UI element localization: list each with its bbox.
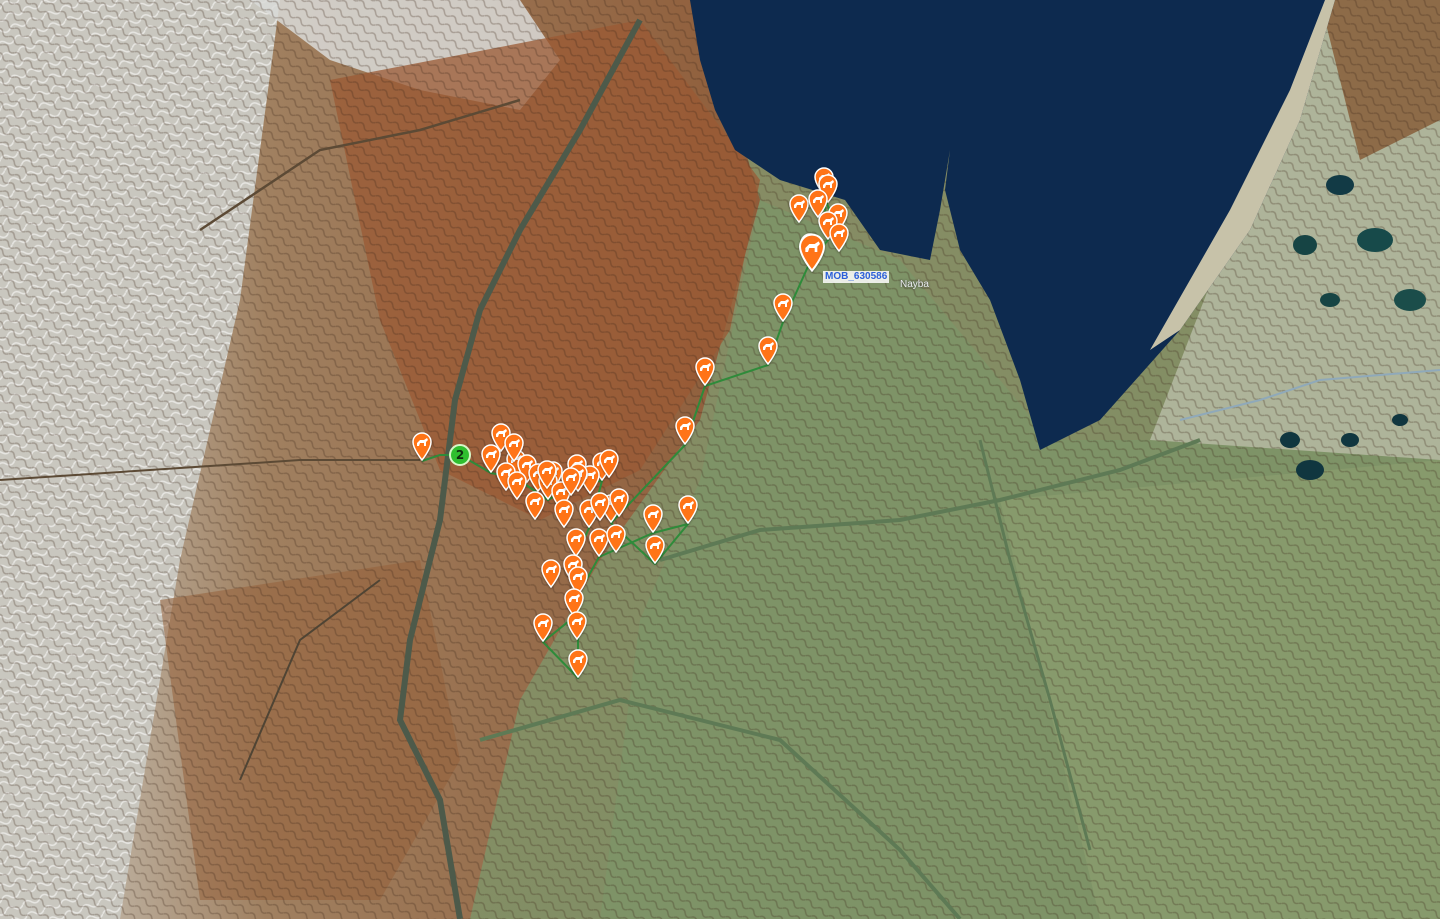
marker-layer <box>0 0 1440 919</box>
object-label[interactable]: MOB_630586 <box>823 271 890 283</box>
moose-icon <box>561 467 581 496</box>
moose-icon <box>537 460 557 489</box>
moose-marker[interactable] <box>411 431 433 461</box>
moose-marker[interactable] <box>644 534 666 564</box>
moose-icon <box>829 223 849 252</box>
moose-icon <box>567 611 587 640</box>
moose-marker[interactable] <box>536 459 558 489</box>
moose-icon <box>554 499 574 528</box>
moose-marker[interactable] <box>553 498 575 528</box>
moose-icon <box>758 336 778 365</box>
moose-icon <box>773 293 793 322</box>
moose-icon <box>525 491 545 520</box>
moose-icon <box>675 416 695 445</box>
moose-marker[interactable] <box>694 356 716 386</box>
moose-marker[interactable] <box>605 523 627 553</box>
moose-icon <box>590 492 610 521</box>
moose-marker[interactable] <box>828 222 850 252</box>
moose-icon <box>643 504 663 533</box>
moose-icon <box>695 357 715 386</box>
moose-icon <box>412 432 432 461</box>
moose-icon <box>609 488 629 517</box>
moose-marker[interactable] <box>598 448 620 478</box>
moose-icon <box>541 559 561 588</box>
moose-icon <box>504 433 524 462</box>
moose-marker[interactable] <box>772 292 794 322</box>
moose-icon <box>606 524 626 553</box>
moose-marker[interactable] <box>540 558 562 588</box>
moose-marker[interactable] <box>567 648 589 678</box>
moose-marker[interactable] <box>677 494 699 524</box>
moose-marker[interactable] <box>532 612 554 642</box>
moose-marker[interactable] <box>503 432 525 462</box>
place-label: Nayba <box>900 279 929 290</box>
map-view[interactable]: 2 MOB_630586 Nayba <box>0 0 1440 919</box>
moose-icon <box>798 233 826 272</box>
moose-marker[interactable] <box>608 487 630 517</box>
moose-marker[interactable] <box>566 610 588 640</box>
current-position-marker[interactable] <box>797 232 827 272</box>
moose-marker[interactable] <box>674 415 696 445</box>
moose-icon <box>533 613 553 642</box>
cluster-badge[interactable]: 2 <box>449 444 471 466</box>
moose-icon <box>568 649 588 678</box>
moose-marker[interactable] <box>560 466 582 496</box>
moose-marker[interactable] <box>524 490 546 520</box>
moose-marker[interactable] <box>589 491 611 521</box>
moose-marker[interactable] <box>642 503 664 533</box>
moose-marker[interactable] <box>757 335 779 365</box>
moose-icon <box>678 495 698 524</box>
moose-icon <box>599 449 619 478</box>
moose-icon <box>645 535 665 564</box>
